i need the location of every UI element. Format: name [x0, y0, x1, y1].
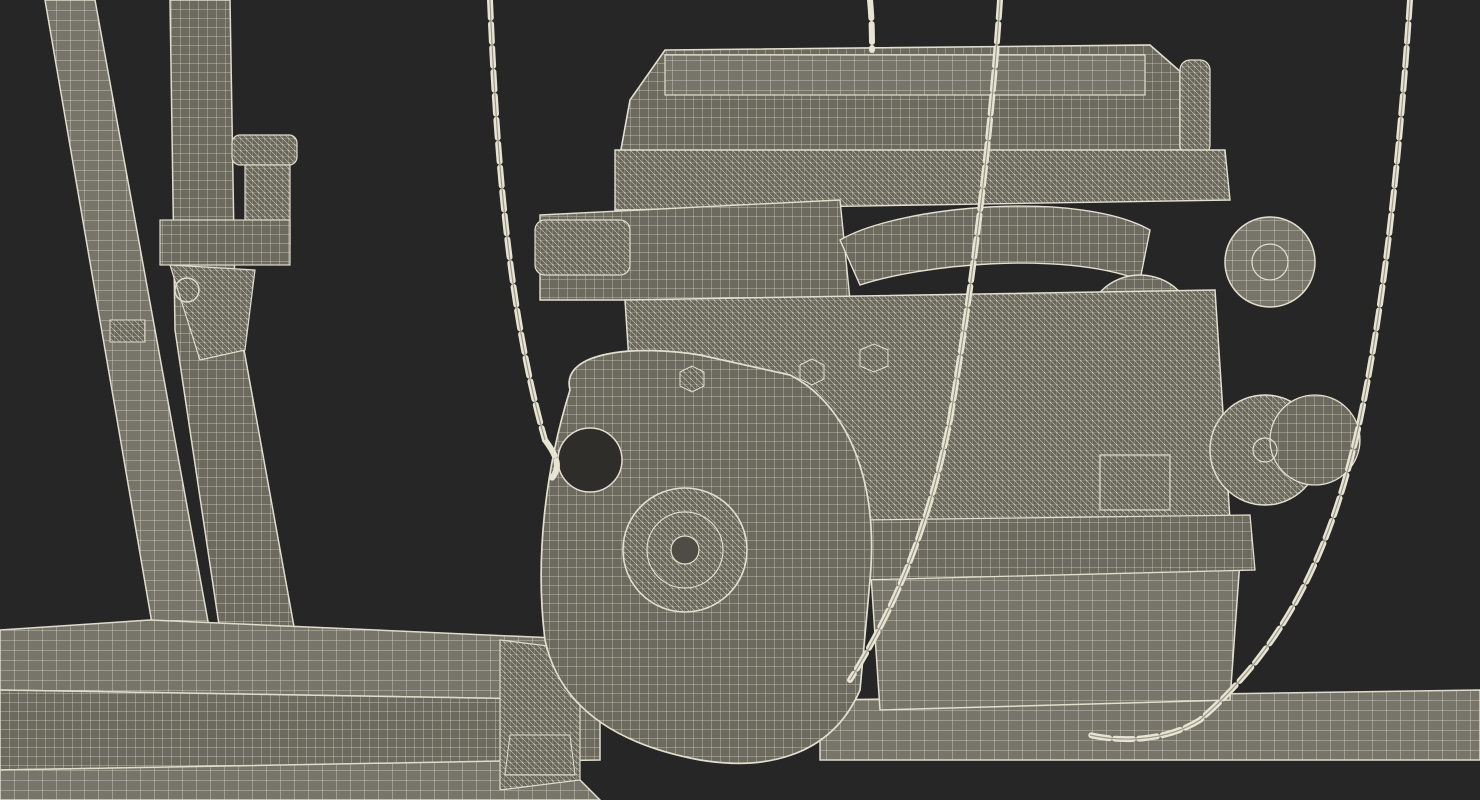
engine-block-icon [534, 44, 1361, 765]
wireframe-render [0, 0, 1480, 800]
